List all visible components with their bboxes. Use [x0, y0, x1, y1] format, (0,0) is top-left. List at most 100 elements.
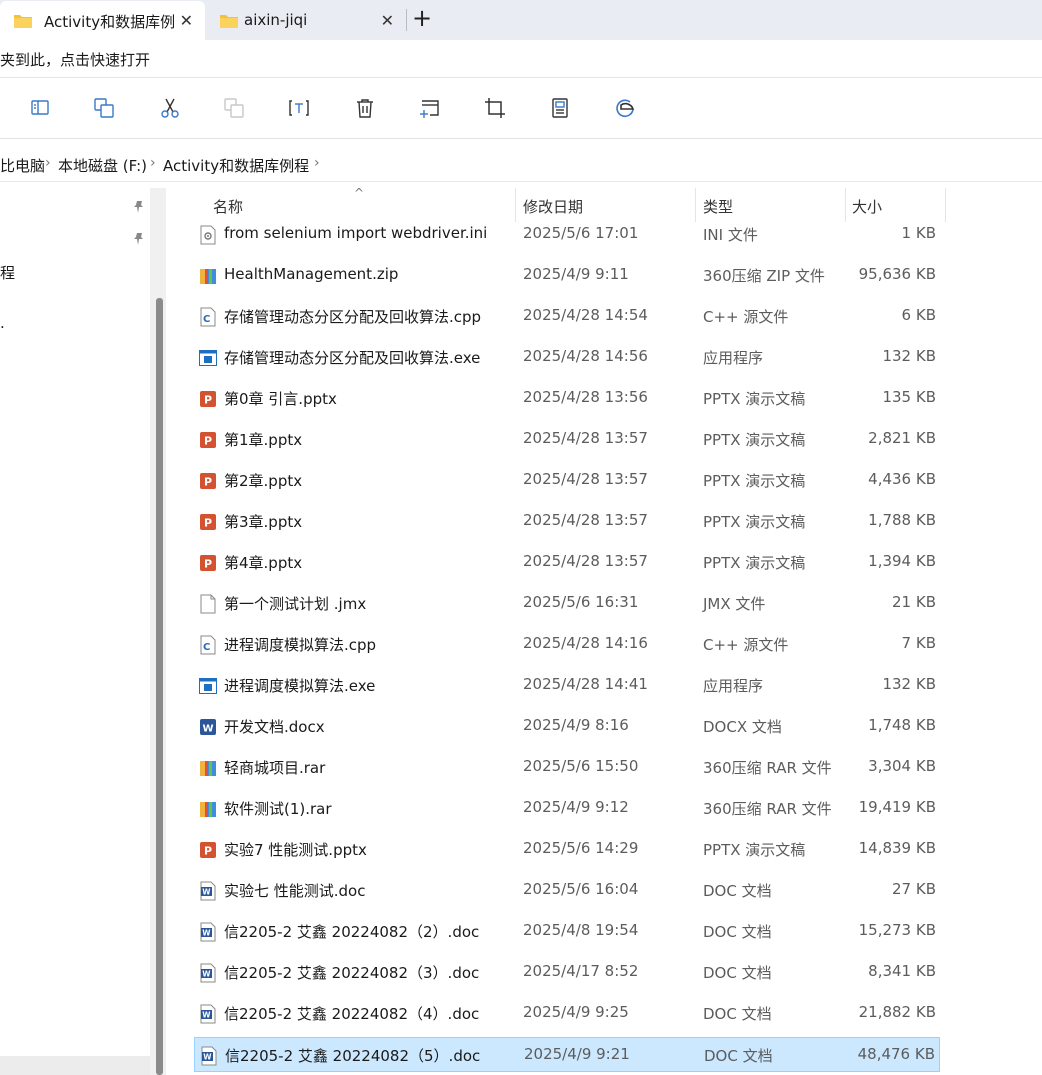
file-size: 1,748 KB	[868, 716, 936, 734]
file-type: 应用程序	[703, 677, 764, 695]
pin-icon[interactable]	[132, 232, 146, 246]
file-name: 存储管理动态分区分配及回收算法.cpp	[224, 308, 482, 326]
tab-activity[interactable]: Activity和数据库例 ✕	[0, 1, 205, 40]
file-size: 4,436 KB	[868, 470, 936, 488]
chevron-right-icon[interactable]: ›	[150, 155, 156, 171]
file-type: INI 文件	[703, 226, 758, 244]
cpp-file-icon: C	[199, 635, 217, 655]
breadcrumb-local-disk[interactable]: 本地磁盘 (F:)	[58, 155, 147, 176]
file-type: PPTX 演示文稿	[703, 554, 806, 572]
file-type: PPTX 演示文稿	[703, 472, 806, 490]
file-row[interactable]: P 第3章.pptx 2025/4/28 13:57 PPTX 演示文稿 1,788 K…	[194, 504, 940, 539]
doc-file-icon: W	[200, 1046, 218, 1066]
file-row[interactable]: P 第4章.pptx 2025/4/28 13:57 PPTX 演示文稿 1,394 K…	[194, 545, 940, 580]
file-row[interactable]: P 实验7 性能测试.pptx 2025/5/6 14:29 PPTX 演示文稿 14,…	[194, 832, 940, 867]
file-type: PPTX 演示文稿	[703, 390, 806, 408]
file-size: 14,839 KB	[858, 839, 936, 857]
file-name: 进程调度模拟算法.exe	[224, 677, 376, 695]
file-size: 27 KB	[892, 880, 936, 898]
file-date: 2025/5/6 14:29	[523, 839, 639, 857]
paste-icon	[224, 98, 244, 118]
docx-file-icon: W	[199, 717, 217, 737]
nav-item-label[interactable]: .	[0, 314, 5, 332]
file-name: 第4章.pptx	[224, 554, 303, 572]
file-row[interactable]: P 第2章.pptx 2025/4/28 13:57 PPTX 演示文稿 4,436 K…	[194, 463, 940, 498]
file-size: 135 KB	[882, 388, 936, 406]
file-row[interactable]: W 信2205-2 艾鑫 20224082（4）.doc 2025/4/9 9:25…	[194, 996, 940, 1031]
file-row[interactable]: 存储管理动态分区分配及回收算法.exe 2025/4/28 14:56 应用程序 13…	[194, 340, 940, 375]
svg-text:C: C	[203, 314, 210, 325]
file-row[interactable]: 软件测试(1).rar 2025/4/9 9:12 360压缩 RAR 文件 19,4…	[194, 791, 940, 826]
file-type: 360压缩 RAR 文件	[703, 800, 832, 818]
properties-button[interactable]	[548, 96, 572, 120]
file-date: 2025/4/28 13:56	[523, 388, 648, 406]
copy-button[interactable]	[92, 96, 116, 120]
file-row[interactable]: P 第1章.pptx 2025/4/28 13:57 PPTX 演示文稿 2,821 K…	[194, 422, 940, 457]
file-row[interactable]: C 进程调度模拟算法.cpp 2025/4/28 14:16 C++ 源文件 7 KB	[194, 627, 940, 662]
exe-file-icon	[199, 676, 217, 696]
file-type: DOC 文档	[704, 1047, 773, 1065]
svg-text:W: W	[202, 1011, 211, 1020]
file-row[interactable]: 轻商城项目.rar 2025/5/6 15:50 360压缩 RAR 文件 3,304…	[194, 750, 940, 785]
details-pane-button[interactable]	[28, 96, 52, 120]
nav-scrollbar-thumb[interactable]	[156, 298, 163, 1075]
new-tab-button[interactable]: +	[412, 4, 432, 32]
file-type: 360压缩 ZIP 文件	[703, 267, 825, 285]
delete-button[interactable]	[353, 96, 377, 120]
scissors-icon	[161, 98, 179, 118]
pptx-file-icon: P	[199, 840, 217, 860]
file-row[interactable]: W 信2205-2 艾鑫 20224082（3）.doc 2025/4/17 8:5…	[194, 955, 940, 990]
command-toolbar	[0, 79, 1042, 139]
file-type: 360压缩 RAR 文件	[703, 759, 832, 777]
file-row[interactable]: W 实验七 性能测试.doc 2025/5/6 16:04 DOC 文档 27 KB	[194, 873, 940, 908]
close-icon[interactable]: ✕	[381, 11, 394, 30]
file-name: 信2205-2 艾鑫 20224082（4）.doc	[224, 1005, 480, 1023]
svg-text:W: W	[203, 724, 214, 735]
file-date: 2025/5/6 16:04	[523, 880, 639, 898]
file-row[interactable]: P 第0章 引言.pptx 2025/4/28 13:56 PPTX 演示文稿 135 …	[194, 381, 940, 416]
file-date: 2025/5/6 16:31	[523, 593, 639, 611]
file-row[interactable]: HealthManagement.zip 2025/4/9 9:11 360压缩 Z…	[194, 258, 940, 293]
column-divider[interactable]	[945, 188, 946, 222]
quick-access-hint-bar: 夹到此，点击快速打开	[0, 40, 1042, 78]
file-row[interactable]: 第一个测试计划 .jmx 2025/5/6 16:31 JMX 文件 21 KB	[194, 586, 940, 621]
cut-button[interactable]	[158, 96, 182, 120]
close-icon[interactable]: ✕	[180, 11, 193, 30]
file-type: DOC 文档	[703, 882, 772, 900]
file-row[interactable]: W 信2205-2 艾鑫 20224082（2）.doc 2025/4/8 19:5…	[194, 914, 940, 949]
file-name: 第3章.pptx	[224, 513, 303, 531]
file-name: 软件测试(1).rar	[224, 800, 332, 818]
paste-button[interactable]	[222, 96, 246, 120]
chevron-right-icon[interactable]: ›	[314, 155, 320, 171]
file-name: 第一个测试计划 .jmx	[224, 595, 367, 613]
browser-button[interactable]	[613, 96, 637, 120]
file-size: 1 KB	[901, 224, 936, 242]
file-name: 信2205-2 艾鑫 20224082（2）.doc	[224, 923, 480, 941]
rename-button[interactable]	[287, 96, 311, 120]
svg-text:P: P	[204, 435, 212, 448]
nav-horizontal-scrollbar[interactable]	[0, 1056, 150, 1075]
file-name: 信2205-2 艾鑫 20224082（5）.doc	[225, 1047, 481, 1065]
file-date: 2025/4/28 13:57	[523, 470, 648, 488]
file-row[interactable]: from selenium import webdriver.ini 2025/5…	[194, 217, 940, 252]
file-row[interactable]: 进程调度模拟算法.exe 2025/4/28 14:41 应用程序 132 KB	[194, 668, 940, 703]
file-row[interactable]: C 存储管理动态分区分配及回收算法.cpp 2025/4/28 14:54 C++ 源…	[194, 299, 940, 334]
svg-text:P: P	[204, 517, 212, 530]
cpp-file-icon: C	[199, 307, 217, 327]
new-folder-icon	[420, 100, 439, 118]
file-row[interactable]: W 信2205-2 艾鑫 20224082（5）.doc 2025/4/9 9:21…	[194, 1037, 940, 1072]
svg-text:W: W	[202, 970, 211, 979]
breadcrumb-current-folder[interactable]: Activity和数据库例程	[163, 155, 309, 176]
file-name: 实验七 性能测试.doc	[224, 882, 366, 900]
pin-icon[interactable]	[132, 200, 146, 214]
file-name: 轻商城项目.rar	[224, 759, 326, 777]
file-row[interactable]: W 开发文档.docx 2025/4/9 8:16 DOCX 文档 1,748 KB	[194, 709, 940, 744]
exe-file-icon	[199, 348, 217, 368]
nav-item-label[interactable]: 程	[0, 262, 15, 283]
chevron-right-icon[interactable]: ›	[45, 155, 51, 171]
breadcrumb-this-pc[interactable]: 比电脑	[0, 155, 45, 176]
new-item-button[interactable]	[418, 96, 442, 120]
pptx-file-icon: P	[199, 389, 217, 409]
crop-button[interactable]	[483, 96, 507, 120]
tab-aixin-jiqi[interactable]: aixin-jiqi ✕	[206, 1, 406, 40]
